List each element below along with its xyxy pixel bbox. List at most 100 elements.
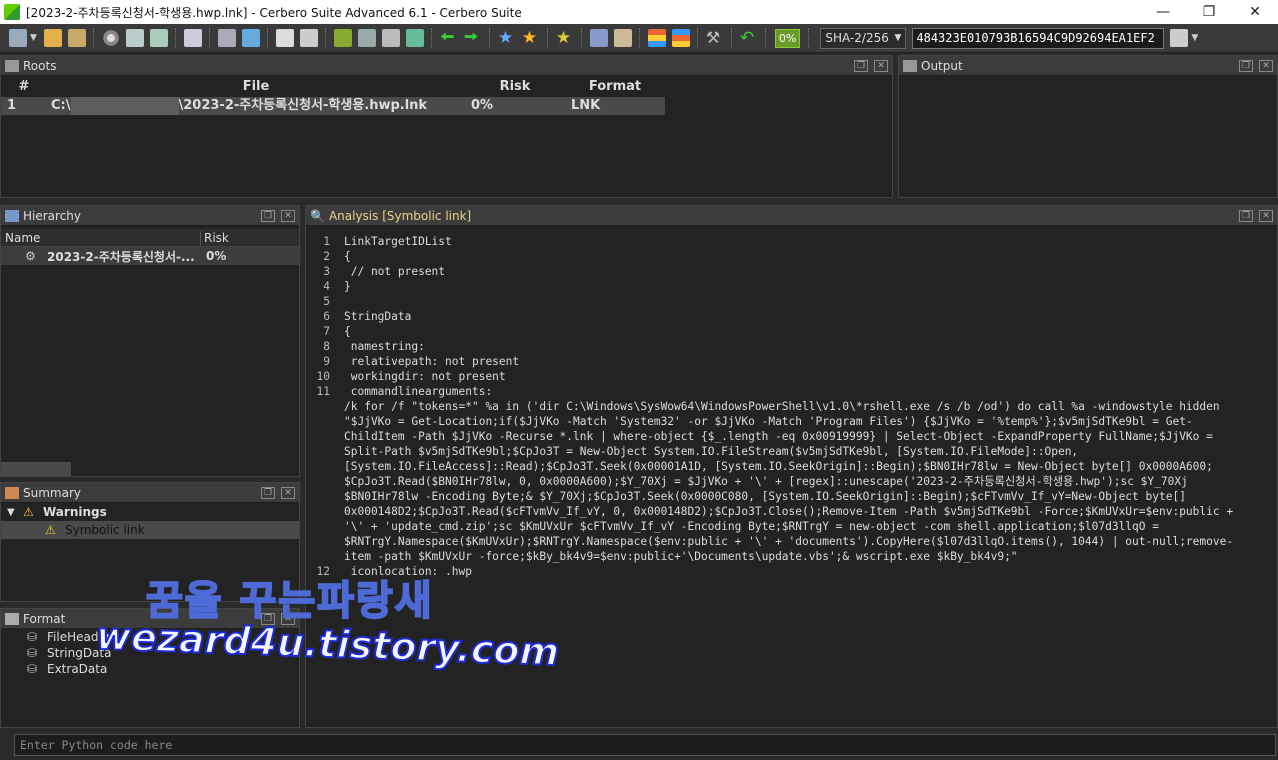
close-icon[interactable]: ✕ [874,59,888,72]
format-item-label: ExtraData [47,662,108,676]
warning-icon: ⚠ [23,505,34,519]
python-input[interactable]: Enter Python code here [14,734,1276,756]
line-number: 10 [316,370,330,383]
analysis-title: Analysis [Symbolic link] [328,208,472,223]
copy-icon[interactable] [1170,29,1189,47]
hierarchy-panel-header: Hierarchy ❐ ✕ [1,206,299,226]
bug-icon[interactable] [333,29,352,47]
tree-item-risk: 0% [206,249,227,263]
close-button[interactable]: ✕ [1232,0,1278,24]
toolbar-separator [266,28,269,48]
undo-icon[interactable]: ↶ [740,29,758,47]
toolbar-separator [730,28,733,48]
minimize-button[interactable]: — [1140,0,1186,24]
inspect-icon[interactable] [405,29,424,47]
code-line: workingdir: not present [344,370,506,383]
col-risk[interactable]: Risk [465,79,565,94]
search-icon[interactable] [357,29,376,47]
report-icon[interactable] [589,29,608,47]
close-icon[interactable]: ✕ [1259,59,1273,72]
file-path-prefix: C:\ [51,98,71,113]
toolbar-separator [580,28,583,48]
line-number: 3 [323,265,330,278]
database-icon: ⛁ [27,646,38,660]
col-number[interactable]: # [1,79,47,94]
analysis-panel-header: 🔍 Analysis [Symbolic link] ❐ ✕ [306,206,1277,226]
float-icon[interactable]: ❐ [854,59,868,72]
open-file-icon[interactable] [9,29,27,47]
tools-icon[interactable]: ⚒ [706,29,724,47]
horizontal-scrollbar[interactable] [1,462,71,476]
forward-arrow-icon[interactable]: 🠪 [464,29,482,47]
float-icon[interactable]: ❐ [1239,209,1253,222]
code-line: /k for /f "tokens=*" %a in ('dir C:\Wind… [344,400,1220,413]
line-number: 8 [323,340,330,353]
col-format[interactable]: Format [565,79,665,94]
window-title: [2023-2-주차등록신청서-학생용.hwp.lnk] - Cerbero S… [26,5,522,20]
col-name[interactable]: Name [1,230,201,245]
close-icon[interactable]: ✕ [1259,209,1273,222]
close-icon[interactable]: ✕ [281,486,295,499]
redacted-block [70,97,179,115]
restore-button[interactable]: ❐ [1186,0,1232,24]
hierarchy-header: Name Risk [1,229,299,247]
float-icon[interactable]: ❐ [261,209,275,222]
line-number: 7 [323,325,330,338]
bookmark-star-icon[interactable]: ★ [498,29,516,47]
document-arrow-icon[interactable] [149,29,168,47]
col-risk[interactable]: Risk [201,231,297,245]
code-line: [System.IO.FileAccess]::Read);$CpJo3T.Se… [344,460,1213,473]
chevron-down-icon[interactable]: ▼ [1191,33,1198,43]
table-row[interactable]: 1 C:\ \2023-2-주차등록신청서-학생용.hwp.lnk 0% LNK [1,96,892,116]
line-number: 4 [323,280,330,293]
summary-item[interactable]: ⚠ Symbolic link [1,521,299,539]
database-icon [5,612,19,625]
row-number: 1 [1,97,47,115]
code-line: { [344,325,351,338]
back-arrow-icon[interactable]: 🠨 [440,29,458,47]
col-file[interactable]: File [47,79,465,94]
main-toolbar: ▼ 🠨 🠪 ★ ★ ★ ⚒ ↶ 0% SHA-2/256 ▼ 484323E01… [0,24,1278,53]
window-icon[interactable] [183,29,202,47]
hash-value-field[interactable]: 484323E010793B16594C9D92694EA1EF2 [912,27,1165,49]
code-line: { [344,250,351,263]
blank-page-icon[interactable] [275,29,294,47]
close-icon[interactable]: ✕ [281,209,295,222]
output-title: Output [921,58,963,73]
float-icon[interactable]: ❐ [261,486,275,499]
save-icon[interactable] [43,29,62,47]
code-line: '\' + 'update_cmd.zip';sc $KmUVxUr $cFTv… [344,520,1159,533]
roots-title: Roots [23,58,57,73]
warnings-group[interactable]: ▼ ⚠ Warnings [1,503,299,521]
panel-icon [903,59,917,72]
roots-table-header: # File Risk Format [1,76,892,96]
panel-icon[interactable] [217,29,236,47]
document-search-icon[interactable] [381,29,400,47]
refresh-icon[interactable] [241,29,260,47]
line-number: 11 [316,385,330,398]
line-number: 9 [323,355,330,368]
hash-algorithm-select[interactable]: SHA-2/256 ▼ [820,27,907,49]
color-bars-icon[interactable] [647,29,666,47]
page-icon[interactable] [299,29,318,47]
dropdown-arrow-icon[interactable]: ▼ [30,33,37,43]
hierarchy-title: Hierarchy [23,208,82,223]
hierarchy-icon [5,209,19,222]
tree-item[interactable]: ⚙ 2023-2-주차등록신청서-... 0% [1,247,299,265]
settings-gear-icon[interactable] [101,29,120,47]
toolbar-separator [324,28,327,48]
database-icon: ⛁ [27,662,38,676]
summary-title: Summary [23,485,81,500]
notes-icon[interactable] [613,29,632,47]
hash-algorithm-value: SHA-2/256 [825,31,889,45]
document-icon[interactable] [125,29,144,47]
toolbar-separator [92,28,95,48]
star-add-icon[interactable]: ★ [556,29,574,47]
float-icon[interactable]: ❐ [1239,59,1253,72]
save-project-icon[interactable] [67,29,86,47]
favorite-star-icon[interactable]: ★ [522,29,540,47]
layers-icon[interactable] [671,29,690,47]
file-path-suffix: \2023-2-주차등록신청서-학생용.hwp.lnk [178,98,428,113]
code-line: LinkTargetIDList [344,235,452,248]
collapse-arrow-icon[interactable]: ▼ [1,507,23,518]
